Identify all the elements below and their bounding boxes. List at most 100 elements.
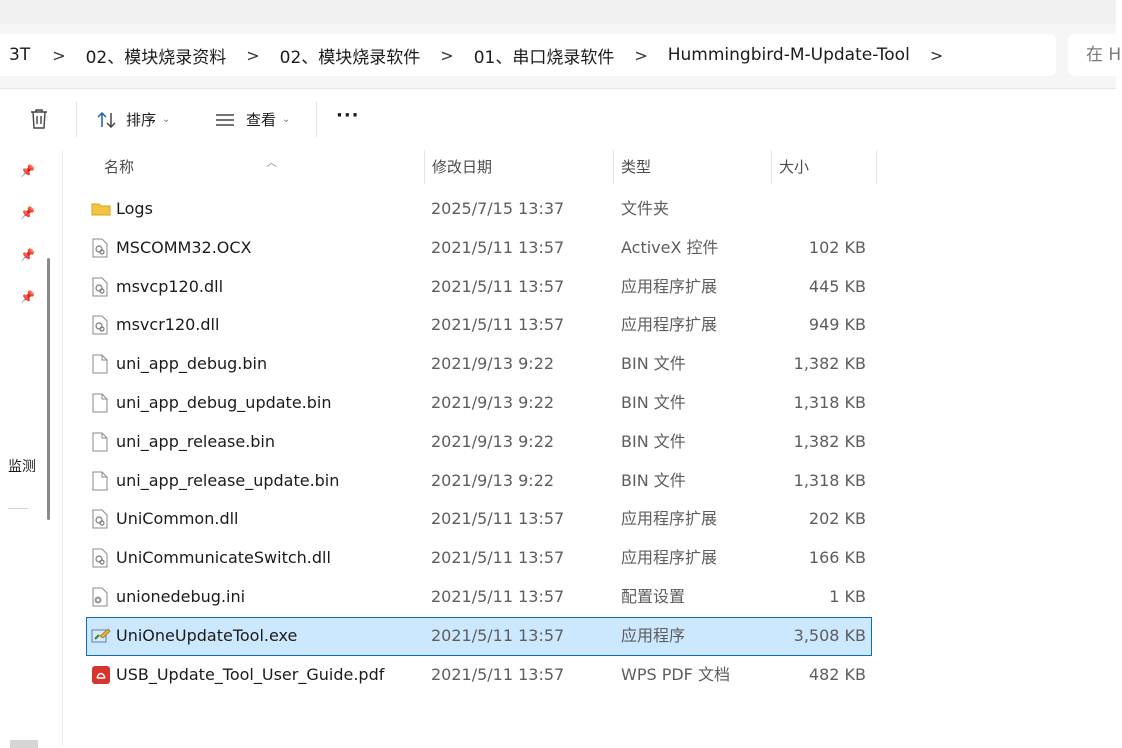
breadcrumb[interactable]: 3T > 02、模块烧录资料 > 02、模块烧录软件 > 01、串口烧录软件 >…	[0, 34, 1056, 76]
file-size: 202 KB	[808, 509, 866, 529]
file-size: 1,318 KB	[793, 470, 866, 490]
file-size: 482 KB	[808, 664, 866, 684]
folder-icon	[91, 199, 111, 219]
file-name: uni_app_debug.bin	[116, 354, 268, 374]
view-list-icon	[216, 113, 234, 126]
file-modified-date: 2025/7/15 13:37	[431, 199, 565, 218]
delete-button[interactable]	[28, 107, 50, 131]
file-modified-date: 2021/5/11 13:57	[431, 315, 565, 335]
file-name: unionedebug.ini	[116, 586, 246, 606]
file-modified-date: 2021/5/11 13:57	[431, 276, 565, 296]
file-row[interactable]: UniOneUpdateTool.exe 2021/5/11 13:57 应用程序 3…	[86, 616, 872, 656]
file-type: 应用程序扩展	[621, 509, 718, 529]
chevron-right-icon[interactable]: >	[618, 46, 663, 65]
file-type: BIN 文件	[621, 392, 686, 412]
file-name: USB_Update_Tool_User_Guide.pdf	[116, 664, 385, 684]
file-row[interactable]: unionedebug.ini 2021/5/11 13:57 配置设置 1 KB	[86, 578, 872, 617]
sort-icon	[97, 111, 116, 128]
file-size: 1 KB	[829, 586, 866, 606]
trash-icon	[31, 109, 47, 129]
file-modified-date: 2021/5/11 13:57	[431, 509, 565, 529]
chevron-right-icon[interactable]: >	[230, 46, 275, 65]
more-options-button[interactable]: ···	[336, 105, 360, 126]
column-label: 大小	[779, 158, 810, 176]
nav-scroll-track	[10, 740, 38, 748]
file-size: 1,382 KB	[793, 354, 866, 374]
breadcrumb-item-current[interactable]: Hummingbird-M-Update-Tool	[664, 45, 914, 65]
breadcrumb-item[interactable]: 02、模块烧录软件	[276, 43, 425, 68]
application-icon	[91, 626, 111, 646]
file-row[interactable]: uni_app_debug.bin 2021/9/13 9:22 BIN 文件 1,3…	[86, 345, 872, 384]
column-label: 类型	[621, 158, 652, 176]
breadcrumb-item[interactable]: 3T	[0, 45, 36, 65]
pdf-icon	[91, 665, 110, 685]
sort-button[interactable]: 排序 ⌄	[96, 109, 170, 130]
file-type: 应用程序扩展	[621, 276, 718, 296]
file-type: BIN 文件	[621, 470, 686, 490]
file-row[interactable]: USB_Update_Tool_User_Guide.pdf 2021/5/11 …	[86, 656, 872, 695]
file-row[interactable]: uni_app_debug_update.bin 2021/9/13 9:22 BI…	[86, 384, 872, 423]
file-size: 1,382 KB	[793, 431, 866, 451]
search-input[interactable]: 在 H	[1068, 34, 1122, 76]
column-header-name[interactable]: 名称 ︿	[96, 150, 424, 184]
chevron-right-icon[interactable]: >	[36, 46, 81, 65]
file-modified-date: 2021/5/11 13:57	[431, 586, 565, 606]
file-row[interactable]: UniCommunicateSwitch.dll 2021/5/11 13:57 应…	[86, 539, 872, 578]
column-label: 名称	[104, 158, 135, 176]
file-row[interactable]: MSCOMM32.OCX 2021/5/11 13:57 ActiveX 控件 102…	[86, 229, 872, 268]
column-header-date[interactable]: 修改日期	[424, 150, 614, 184]
file-size	[772, 190, 866, 229]
file-row[interactable]: Logs 2025/7/15 13:37 文件夹	[86, 190, 872, 229]
pin-icon[interactable]: 📌	[20, 164, 35, 178]
pin-icon[interactable]: 📌	[20, 248, 35, 262]
file-type: 配置设置	[621, 586, 686, 606]
file-row[interactable]: uni_app_release_update.bin 2021/9/13 9:22…	[86, 462, 872, 501]
file-modified-date: 2021/9/13 9:22	[431, 431, 555, 451]
sort-label: 排序	[126, 111, 157, 129]
file-name: UniOneUpdateTool.exe	[116, 625, 298, 645]
file-row[interactable]: UniCommon.dll 2021/5/11 13:57 应用程序扩展 202 KB	[86, 500, 872, 539]
nav-scrollbar[interactable]	[47, 258, 50, 520]
file-name: msvcr120.dll	[116, 315, 220, 335]
file-row[interactable]: uni_app_release.bin 2021/9/13 9:22 BIN 文件 1…	[86, 423, 872, 462]
chevron-down-icon: ⌄	[282, 114, 291, 125]
file-modified-date: 2021/5/11 13:57	[431, 625, 565, 645]
file-size: 102 KB	[808, 237, 866, 257]
file-type: 应用程序扩展	[621, 548, 718, 568]
file-type: 文件夹	[621, 199, 670, 218]
navigation-pane: 📌 📌 📌 📌 监测	[0, 150, 63, 748]
file-type: BIN 文件	[621, 354, 686, 374]
file-row[interactable]: msvcr120.dll 2021/5/11 13:57 应用程序扩展 949 KB	[86, 306, 872, 345]
chevron-right-icon[interactable]: >	[914, 46, 959, 65]
file-name: uni_app_release.bin	[116, 431, 276, 451]
more-icon: ···	[336, 105, 360, 126]
settings-file-icon	[91, 587, 109, 607]
file-name: msvcp120.dll	[116, 276, 224, 296]
view-button[interactable]: 查看 ⌄	[214, 109, 290, 130]
breadcrumb-item[interactable]: 02、模块烧录资料	[82, 43, 231, 68]
toolbar-divider	[76, 101, 77, 137]
column-divider[interactable]	[876, 150, 877, 184]
file-size: 445 KB	[808, 276, 866, 296]
blank-file-icon	[91, 432, 109, 452]
file-name: UniCommon.dll	[116, 509, 239, 529]
file-row[interactable]: msvcp120.dll 2021/5/11 13:57 应用程序扩展 445 KB	[86, 268, 872, 307]
blank-file-icon	[91, 393, 109, 413]
pin-icon[interactable]: 📌	[20, 290, 35, 304]
file-type: 应用程序	[621, 625, 686, 645]
chevron-down-icon: ⌄	[162, 114, 171, 125]
file-name: uni_app_debug_update.bin	[116, 392, 332, 412]
file-modified-date: 2021/5/11 13:57	[431, 237, 565, 257]
column-header-size[interactable]: 大小	[771, 150, 875, 184]
sort-ascending-icon: ︿	[266, 156, 277, 169]
nav-item-label[interactable]: 监测	[8, 456, 36, 476]
system-file-icon	[91, 238, 109, 258]
pin-icon[interactable]: 📌	[20, 206, 35, 220]
system-file-icon	[91, 315, 109, 335]
chevron-right-icon[interactable]: >	[424, 46, 469, 65]
command-bar: 排序 ⌄ 查看 ⌄ ···	[0, 88, 1116, 151]
file-size: 166 KB	[808, 548, 866, 568]
column-header-type[interactable]: 类型	[613, 150, 771, 184]
file-type: ActiveX 控件	[621, 237, 719, 257]
breadcrumb-item[interactable]: 01、串口烧录软件	[470, 43, 619, 68]
